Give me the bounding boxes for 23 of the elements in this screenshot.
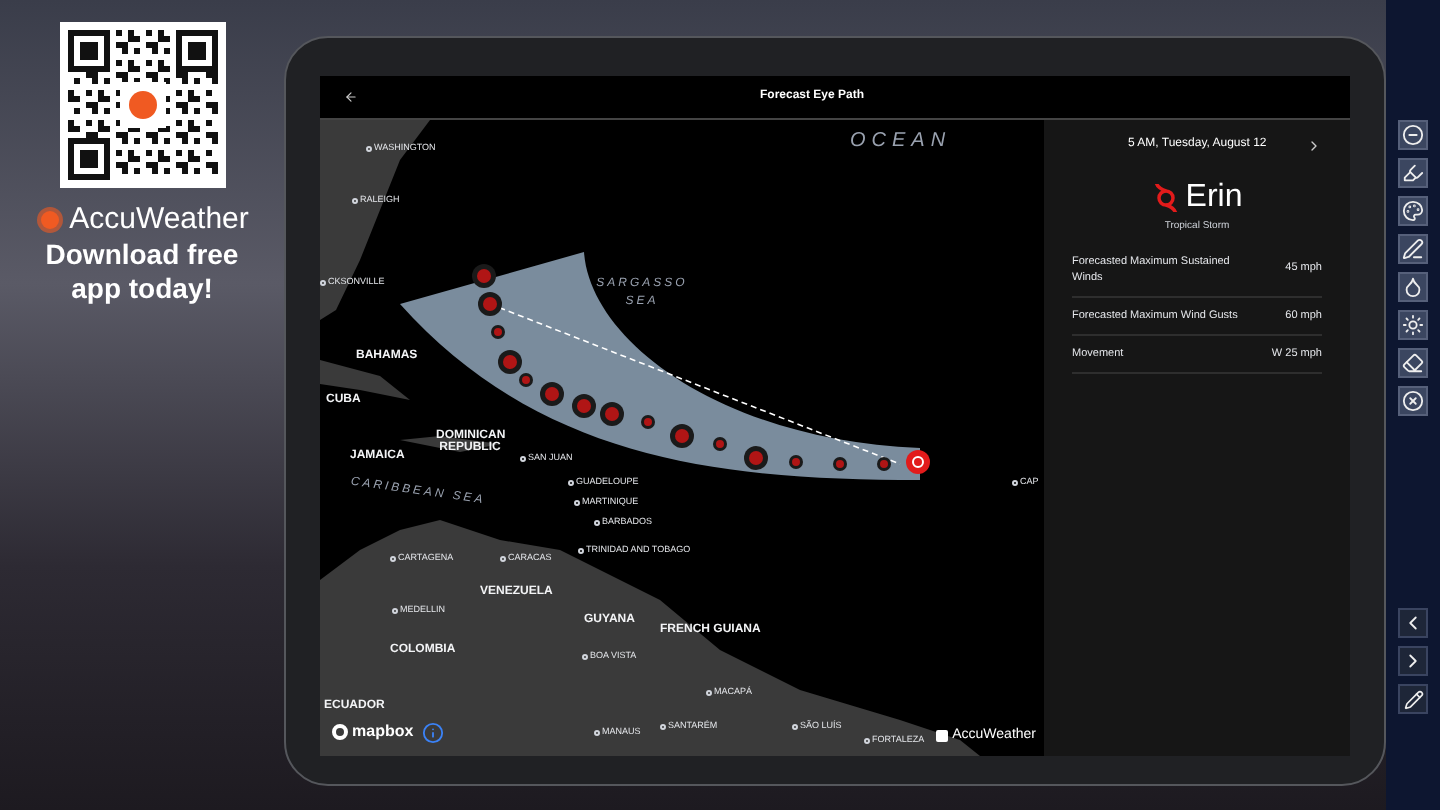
next-chevron-icon[interactable]: [1306, 137, 1322, 153]
next-button[interactable]: [1398, 646, 1428, 676]
pencil-button[interactable]: [1398, 684, 1428, 714]
eraser-icon[interactable]: [1398, 348, 1428, 378]
map-attribution[interactable]: mapbox: [352, 720, 414, 744]
storm-icon: [1151, 184, 1180, 212]
back-icon[interactable]: [344, 90, 358, 104]
close-icon[interactable]: [1398, 386, 1428, 416]
highlighter-icon[interactable]: [1398, 158, 1428, 188]
qr-code-icon: [63, 26, 221, 184]
map-label: OCEAN: [850, 128, 952, 156]
promo-text: Download free app today!: [43, 238, 241, 306]
pen-icon[interactable]: [1398, 234, 1428, 264]
mapbox-logo-icon: [332, 724, 348, 740]
info-icon[interactable]: [421, 721, 444, 743]
storm-name: Erin: [1185, 180, 1243, 216]
sun-icon[interactable]: [1398, 310, 1428, 340]
pencil-icon: [1403, 689, 1423, 709]
droplet-icon[interactable]: [1398, 272, 1428, 302]
brand-name: AccuWeather: [69, 202, 249, 236]
previous-button[interactable]: [1398, 608, 1428, 638]
minus-circle-icon[interactable]: [1398, 120, 1428, 150]
palette-icon[interactable]: [1398, 196, 1428, 226]
